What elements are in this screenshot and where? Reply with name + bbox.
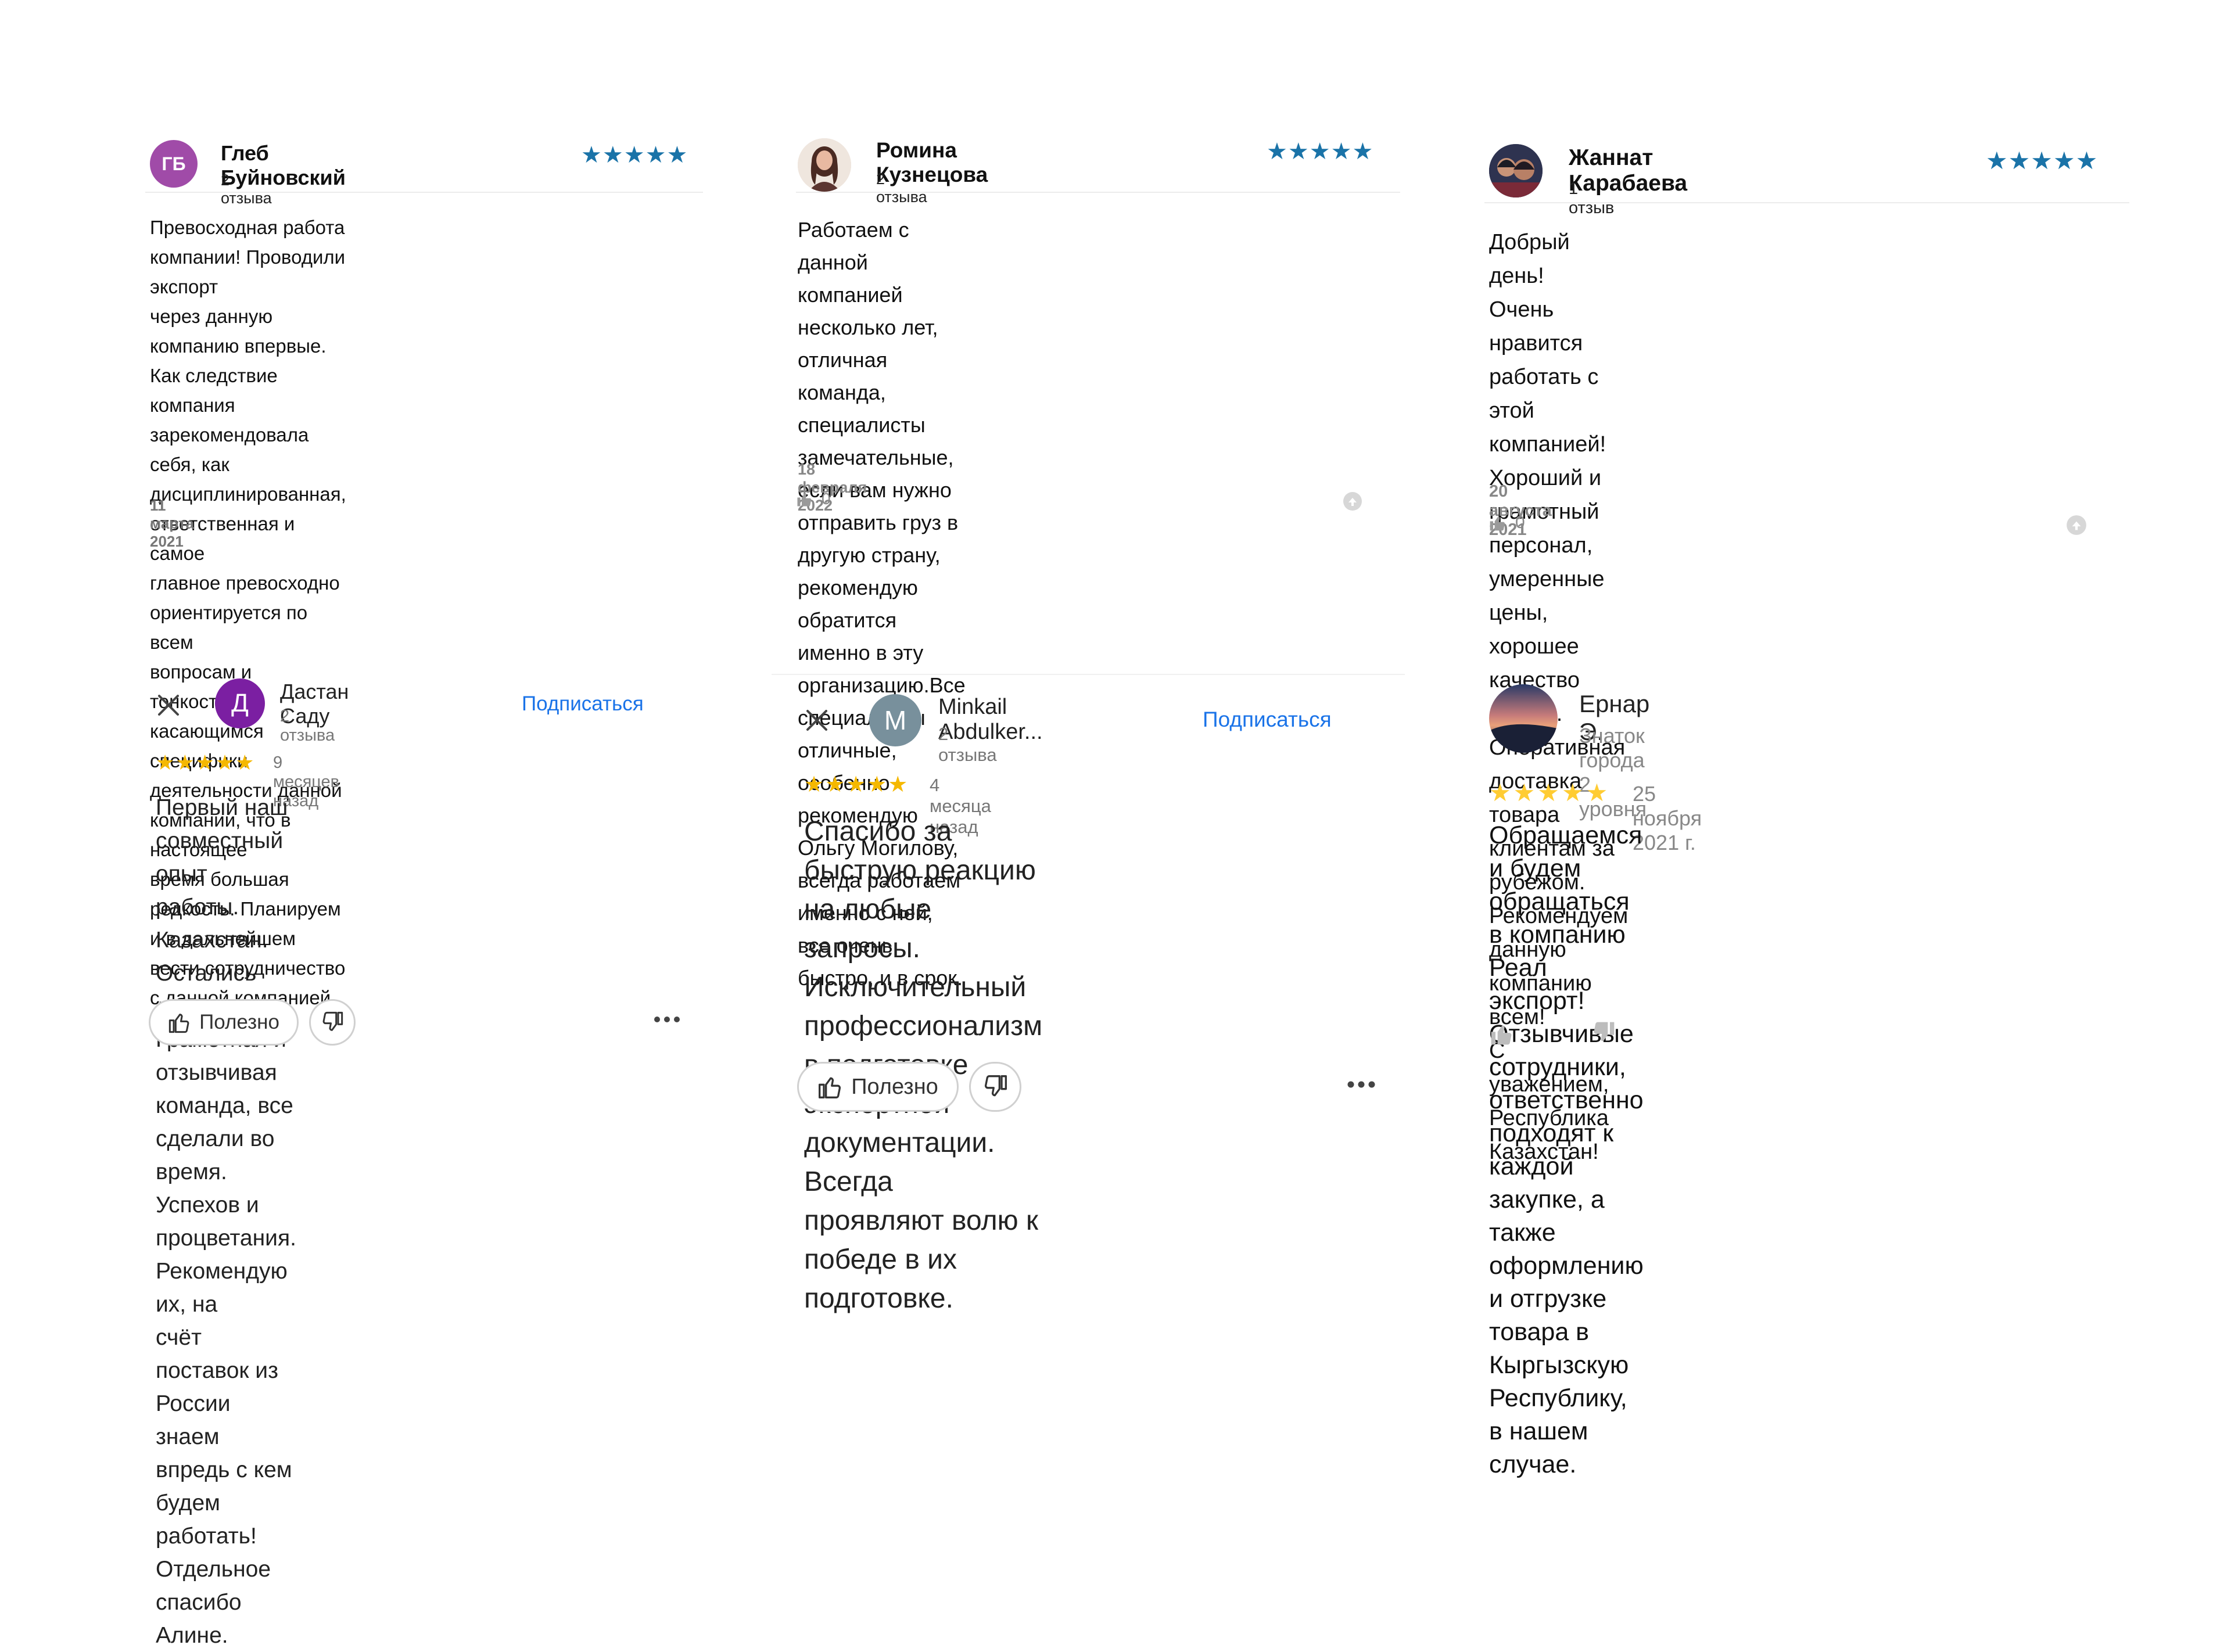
thumbs-up-icon <box>1488 513 1507 532</box>
avatar-initials: ГБ <box>162 153 186 174</box>
like-count: 0 <box>822 490 831 508</box>
avatar[interactable] <box>1489 684 1558 753</box>
review-count: 1 отзыв <box>1569 179 1615 217</box>
share-icon[interactable] <box>2065 514 2087 536</box>
review-text: Первый наш совместный опыт работы. Казах… <box>156 795 296 1648</box>
avatar[interactable]: M <box>869 694 921 746</box>
review-date: 11 марта 2021 <box>150 497 195 550</box>
divider <box>145 192 703 193</box>
rating-stars: ★★★★★ <box>156 750 256 774</box>
dislike-button[interactable] <box>969 1062 1021 1112</box>
dislike-button[interactable] <box>309 999 356 1046</box>
avatar[interactable] <box>798 138 851 192</box>
thumbs-down-icon[interactable] <box>1591 1020 1616 1046</box>
like-button[interactable]: 0 <box>1488 513 1525 533</box>
rating-stars: ★★★★★ <box>1489 779 1611 806</box>
useful-label: Полезно <box>199 1011 279 1033</box>
rating-stars: ★★★★★ <box>581 142 688 168</box>
avatar[interactable]: ГБ <box>150 140 198 188</box>
avatar-photo <box>1489 684 1558 753</box>
divider <box>1484 202 2129 203</box>
more-options-icon[interactable] <box>1347 1080 1376 1089</box>
thumbs-up-icon <box>796 490 813 508</box>
review-count: 2 отзыва <box>221 171 272 207</box>
rating-stars: ★★★★★ <box>1267 139 1374 164</box>
avatar-initial: Д <box>231 689 249 717</box>
top-border <box>772 674 1405 675</box>
avatar-photo <box>1489 144 1543 197</box>
avatar-initial: M <box>884 705 907 735</box>
divider <box>796 192 1400 193</box>
subscribe-button[interactable]: Подписаться <box>1203 708 1332 732</box>
avatar[interactable]: Д <box>215 678 265 728</box>
rating-stars: ★★★★★ <box>1986 147 2099 174</box>
review-count: 2 отзыва <box>876 170 927 206</box>
share-icon[interactable] <box>1342 491 1363 512</box>
review-text: Обращаемся и будем обращаться в компанию… <box>1489 821 1644 1478</box>
subscribe-button[interactable]: Подписаться <box>522 692 644 716</box>
avatar-photo <box>798 138 851 192</box>
close-icon[interactable] <box>156 692 181 718</box>
review-count: 2 отзыва <box>280 707 335 745</box>
useful-button[interactable]: Полезно <box>797 1062 959 1112</box>
useful-label: Полезно <box>851 1074 938 1099</box>
like-count: 0 <box>1515 513 1525 532</box>
useful-button[interactable]: Полезно <box>149 999 299 1046</box>
thumbs-up-icon[interactable] <box>1489 1021 1515 1047</box>
thumbs-up-icon <box>168 1011 191 1034</box>
thumbs-down-icon <box>982 1074 1008 1100</box>
like-button[interactable]: 0 <box>796 490 831 508</box>
more-options-icon[interactable] <box>653 1015 681 1023</box>
thumbs-down-icon <box>321 1011 344 1034</box>
rating-stars: ★★★★★ <box>804 773 909 797</box>
avatar[interactable] <box>1489 144 1543 197</box>
thumbs-up-icon <box>817 1074 843 1100</box>
close-icon[interactable] <box>804 708 830 733</box>
review-count: 2 отзыва <box>938 724 997 765</box>
